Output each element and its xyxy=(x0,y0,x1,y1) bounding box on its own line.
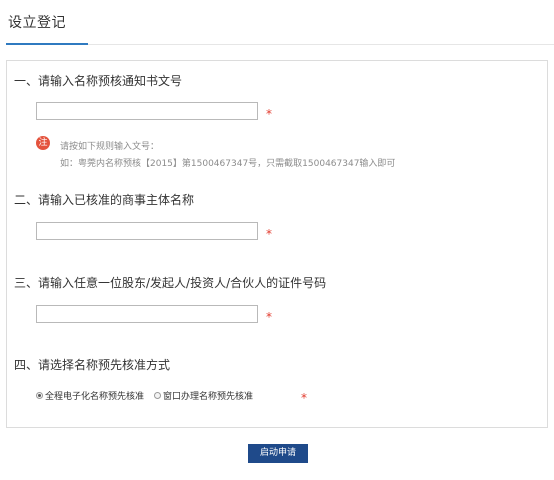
section-1-title: 一、请输入名称预核通知书文号 xyxy=(14,74,183,88)
section-2-title: 二、请输入已核准的商事主体名称 xyxy=(14,193,195,207)
radio-label-electronic: 全程电子化名称预先核准 xyxy=(45,391,145,402)
radio-option-window[interactable]: 窗口办理名称预先核准 xyxy=(154,389,253,402)
note-icon: 注 xyxy=(36,136,50,150)
radio-option-electronic[interactable]: 全程电子化名称预先核准 xyxy=(36,389,144,402)
active-tab-indicator xyxy=(6,43,88,45)
radio-button-electronic[interactable] xyxy=(36,391,43,399)
notice-number-input[interactable] xyxy=(36,102,258,120)
start-application-button[interactable]: 启动申请 xyxy=(248,444,308,463)
required-mark-1: * xyxy=(266,107,272,121)
tab-bar: 设立登记 xyxy=(0,0,554,46)
required-mark-2: * xyxy=(266,227,272,241)
section-4-title: 四、请选择名称预先核准方式 xyxy=(14,358,171,372)
approval-method-radio-group: 全程电子化名称预先核准 窗口办理名称预先核准 xyxy=(36,388,263,402)
required-mark-3: * xyxy=(266,310,272,324)
radio-button-window[interactable] xyxy=(154,391,162,399)
radio-label-window: 窗口办理名称预先核准 xyxy=(163,391,254,402)
required-mark-4: * xyxy=(301,391,307,405)
note-example-text: 如：粤莞内名称预核【2015】第1500467347号，只需截取15004673… xyxy=(60,159,396,169)
page-title[interactable]: 设立登记 xyxy=(8,12,66,32)
tab-divider xyxy=(88,44,554,45)
note-rule-text: 请按如下规则输入文号： xyxy=(60,142,160,152)
section-3-title: 三、请输入任意一位股东/发起人/投资人/合伙人的证件号码 xyxy=(14,276,327,290)
id-number-input[interactable] xyxy=(36,305,258,323)
approved-entity-name-input[interactable] xyxy=(36,222,258,240)
